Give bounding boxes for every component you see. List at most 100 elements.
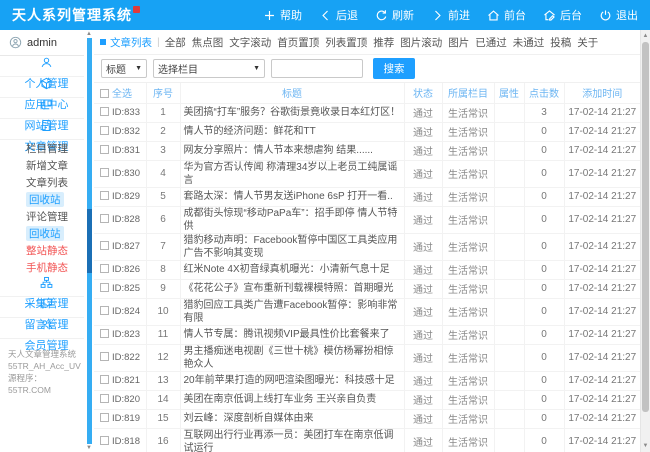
table-row: ID:82212男主播痴迷电视剧《三世十桃》模仿杨幂扮相惊艳众人通过生活常识01… [94,344,640,371]
row-checkbox[interactable] [100,241,109,250]
sidebar-item[interactable]: 会员管理 [0,318,84,339]
sidebar-item[interactable]: 应用中心 [0,77,84,98]
row-checkbox[interactable] [100,283,109,292]
row-checkbox[interactable] [100,352,109,361]
scroll-up-icon[interactable]: ▲ [641,32,650,40]
row-title-link[interactable]: 刘云峰：深度剖析自媒体由来 [180,409,404,428]
scroll-down-icon[interactable]: ▼ [86,444,92,452]
row-status: 通过 [404,428,442,452]
row-checkbox[interactable] [100,145,109,154]
scroll-down-icon[interactable]: ▼ [641,442,650,450]
sidebar-item[interactable]: 整站静态 [0,242,84,259]
row-checkbox[interactable] [100,264,109,273]
site-icon [40,98,53,111]
row-status: 通过 [404,371,442,390]
row-title-link[interactable]: 20年前苹果打造的网吧渲染图曝光：科技感十足 [180,371,404,390]
row-checkbox[interactable] [100,436,109,445]
row-checkbox[interactable] [100,214,109,223]
row-title-link[interactable]: 猎豹移动声明：Facebook暂停中国区工具类应用广告不影响其变现 [180,233,404,260]
tab-link[interactable]: 未通过 [513,37,545,49]
tab-link[interactable]: 焦点图 [192,37,224,49]
search-button[interactable]: 搜索 [373,58,415,79]
row-title-link[interactable]: 美团在南京低调上线打车业务 王兴亲自负责 [180,390,404,409]
tab-article-list[interactable]: 文章列表 [110,35,152,50]
row-id: ID:833 [112,107,140,118]
row-title-link[interactable]: 情人节专属：腾讯视频VIP最具性价比套餐来了 [180,325,404,344]
row-title-link[interactable]: 网友分享照片：情人节本来想虐狗 结果...... [180,141,404,160]
sidebar-item[interactable]: 个人管理 [0,56,84,77]
row-title-link[interactable]: 男主播痴迷电视剧《三世十桃》模仿杨幂扮相惊艳众人 [180,344,404,371]
chevron-right-icon [431,9,444,22]
row-checkbox[interactable] [100,191,109,200]
tab-link[interactable]: 文字滚动 [229,37,271,49]
header-nav-item[interactable]: 帮助 [263,7,302,23]
sidebar-item[interactable]: 文章管理 [0,119,84,140]
row-title-link[interactable]: 互联网出行行业再添一员：美团打车在南京低调试运行 [180,428,404,452]
tab-link[interactable]: 列表置顶 [325,37,367,49]
row-title-link[interactable]: 《花花公子》宣布重新刊载裸模特照：首期曝光 [180,279,404,298]
tab-link[interactable]: 首页置顶 [277,37,319,49]
tab-link[interactable]: 图片 [448,37,469,49]
scroll-up-icon[interactable]: ▲ [86,30,92,38]
header-nav-item[interactable]: 后台 [543,7,582,23]
row-checkbox[interactable] [100,126,109,135]
header-nav-item[interactable]: 后退 [319,7,358,23]
sidebar-item[interactable]: 采集管理 [0,276,84,297]
row-attr [494,279,524,298]
sidebar-item[interactable]: 留言管理 [0,297,84,318]
row-checkbox[interactable] [100,107,109,116]
header-nav-item[interactable]: 退出 [599,7,638,23]
tab-link[interactable]: 全部 [165,37,186,49]
sidebar-item[interactable]: 评论管理 [0,208,84,225]
main-scroll-thumb[interactable] [642,42,649,412]
row-checkbox[interactable] [100,168,109,177]
row-checkbox[interactable] [100,375,109,384]
row-id: ID:832 [112,126,140,137]
row-title-link[interactable]: 情人节的经济问题：鲜花和TT [180,122,404,141]
sidebar-item[interactable]: 文章列表 [0,174,84,191]
header-nav-item[interactable]: 前台 [487,7,526,23]
plus-icon [263,9,276,22]
select-all-checkbox[interactable] [100,89,109,98]
message-icon [40,297,53,310]
field-select[interactable]: 标题 ▼ [101,59,147,78]
sidebar-item[interactable]: 栏目管理 [0,140,84,157]
row-checkbox[interactable] [100,329,109,338]
sidebar-item[interactable]: 回收站 [0,191,84,208]
row-title-link[interactable]: 成都街头惊现“移动PaPa车”：招手即停 情人节特供 [180,206,404,233]
search-input[interactable] [271,59,363,78]
members-icon [40,318,53,331]
tab-link[interactable]: 推荐 [373,37,394,49]
row-title-link[interactable]: 猎豹回应工具类广告遭Facebook暂停：影响非常有限 [180,298,404,325]
tab-link[interactable]: 图片滚动 [400,37,442,49]
row-checkbox[interactable] [100,306,109,315]
row-time: 17-02-14 21:27 [564,390,640,409]
tab-link[interactable]: 已通过 [475,37,507,49]
sidebar-scroll-thumb[interactable] [87,209,92,274]
row-clicks: 0 [524,344,564,371]
tab-link[interactable]: 关于 [577,37,598,49]
header-nav-item[interactable]: 刷新 [375,7,414,23]
person-icon [40,56,53,69]
row-no: 5 [146,187,180,206]
row-id: ID:828 [112,214,140,225]
tab-link[interactable]: 投稿 [550,37,571,49]
row-attr [494,187,524,206]
row-title-link[interactable]: 套路太深：情人节男友送iPhone 6sP 打开一看.. [180,187,404,206]
category-select[interactable]: 选择栏目 ▼ [153,59,265,78]
row-title-link[interactable]: 美团搞“打车”服务？谷歌街景竟收录日本红灯区！ [180,103,404,122]
row-checkbox[interactable] [100,394,109,403]
row-title-link[interactable]: 红米Note 4X初音绿真机曝光：小清新气息十足 [180,260,404,279]
row-status: 通过 [404,206,442,233]
sidebar-item[interactable]: 手机静态 [0,259,84,276]
row-title-link[interactable]: 华为官方否认传闻 称清理34岁以上老员工纯属谣言 [180,160,404,187]
header-nav-item[interactable]: 前进 [431,7,470,23]
main-scrollbar: ▲ ▼ [640,30,650,452]
collect-icon [40,276,53,289]
sidebar-item[interactable]: 回收站 [0,225,84,242]
sidebar-scroll-track[interactable] [87,38,92,444]
logo-badge-icon [133,6,140,13]
sidebar-item[interactable]: 新增文章 [0,157,84,174]
row-checkbox[interactable] [100,413,109,422]
sidebar-item[interactable]: 网站管理 [0,98,84,119]
